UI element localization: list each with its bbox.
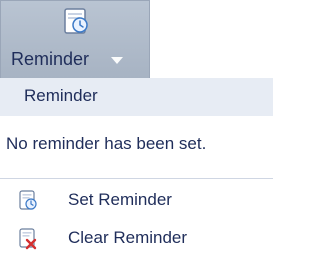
reminder-status-text: No reminder has been set.: [6, 134, 207, 153]
menu-header-title: Reminder: [24, 86, 98, 105]
set-reminder-label: Set Reminder: [68, 190, 172, 209]
menu-separator: [0, 178, 273, 179]
set-reminder-icon: [18, 190, 38, 212]
ribbon-label: Reminder: [11, 49, 90, 69]
chevron-down-icon: [111, 57, 123, 64]
clear-reminder-label: Clear Reminder: [68, 228, 188, 247]
reminder-ribbon-button[interactable]: Reminder: [0, 0, 150, 78]
menu-header: Reminder: [0, 78, 273, 116]
set-reminder-menu-item[interactable]: Set Reminder: [0, 184, 273, 218]
clear-reminder-icon: [18, 228, 38, 250]
clear-reminder-menu-item[interactable]: Clear Reminder: [0, 222, 273, 256]
reminder-dropdown-menu: Reminder No reminder has been set. Set R…: [0, 78, 273, 266]
reminder-document-clock-icon: [61, 7, 91, 37]
